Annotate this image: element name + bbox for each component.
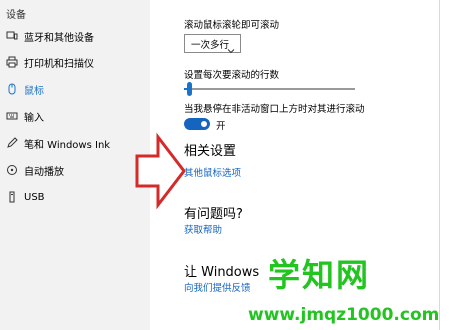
usb-icon bbox=[0, 191, 24, 203]
sidebar-item-bluetooth[interactable]: 蓝牙和其他设备 bbox=[0, 23, 150, 49]
devices-icon bbox=[0, 30, 24, 42]
pen-icon bbox=[0, 137, 24, 149]
scroll-lines-slider-thumb[interactable] bbox=[187, 82, 192, 96]
sidebar-item-pen[interactable]: 笔和 Windows Ink bbox=[0, 130, 150, 156]
sidebar-item-usb[interactable]: USB bbox=[0, 184, 150, 210]
sidebar-item-label: 打印机和扫描仪 bbox=[24, 58, 94, 70]
sidebar-item-label: 笔和 Windows Ink bbox=[24, 139, 111, 151]
sidebar-item-autoplay[interactable]: 自动播放 bbox=[0, 157, 150, 183]
chevron-down-icon bbox=[227, 40, 235, 59]
scroll-mode-dropdown[interactable]: 一次多行 bbox=[184, 34, 241, 54]
pointer-arrow-icon bbox=[135, 132, 186, 210]
toggle-knob bbox=[201, 121, 207, 127]
watermark-url: www.jmqz1000.com bbox=[248, 305, 440, 325]
autoplay-icon bbox=[0, 164, 24, 176]
other-mouse-options-link[interactable]: 其他鼠标选项 bbox=[184, 165, 241, 179]
scroll-wheel-label: 滚动鼠标滚轮即可滚动 bbox=[184, 20, 280, 31]
sidebar-item-label: 输入 bbox=[24, 112, 44, 124]
improve-windows-heading: 让 Windows bbox=[184, 265, 260, 280]
scroll-lines-slider-track[interactable] bbox=[184, 88, 355, 90]
related-settings-heading: 相关设置 bbox=[184, 144, 237, 159]
scroll-lines-label: 设置每次要滚动的行数 bbox=[184, 70, 280, 81]
help-heading: 有问题吗? bbox=[184, 207, 243, 222]
sidebar-header: 设备 bbox=[6, 10, 26, 21]
printer-icon bbox=[0, 56, 24, 68]
sidebar-item-label: 自动播放 bbox=[24, 166, 64, 178]
sidebar-item-label: USB bbox=[24, 191, 45, 203]
sidebar-item-label: 鼠标 bbox=[24, 85, 44, 97]
inactive-scroll-toggle[interactable] bbox=[184, 118, 210, 130]
sidebar: 设备 蓝牙和其他设备 打印机和扫描仪 鼠标 输入 笔和 Windows Ink bbox=[0, 0, 150, 330]
toggle-state-label: 开 bbox=[216, 121, 226, 132]
sidebar-item-mouse[interactable]: 鼠标 bbox=[0, 76, 150, 102]
sidebar-item-label: 蓝牙和其他设备 bbox=[24, 32, 94, 44]
window-edge-divider bbox=[439, 0, 440, 330]
watermark-logo: 学知网 bbox=[268, 256, 371, 294]
get-help-link[interactable]: 获取帮助 bbox=[184, 222, 222, 236]
keyboard-icon bbox=[0, 110, 24, 122]
sidebar-item-typing[interactable]: 输入 bbox=[0, 103, 150, 129]
inactive-scroll-label: 当我悬停在非活动窗口上方时对其进行滚动 bbox=[184, 104, 365, 115]
scroll-mode-value: 一次多行 bbox=[191, 39, 230, 51]
sidebar-item-printers[interactable]: 打印机和扫描仪 bbox=[0, 49, 150, 75]
give-feedback-link[interactable]: 向我们提供反馈 bbox=[184, 280, 251, 294]
mouse-icon bbox=[0, 83, 24, 95]
